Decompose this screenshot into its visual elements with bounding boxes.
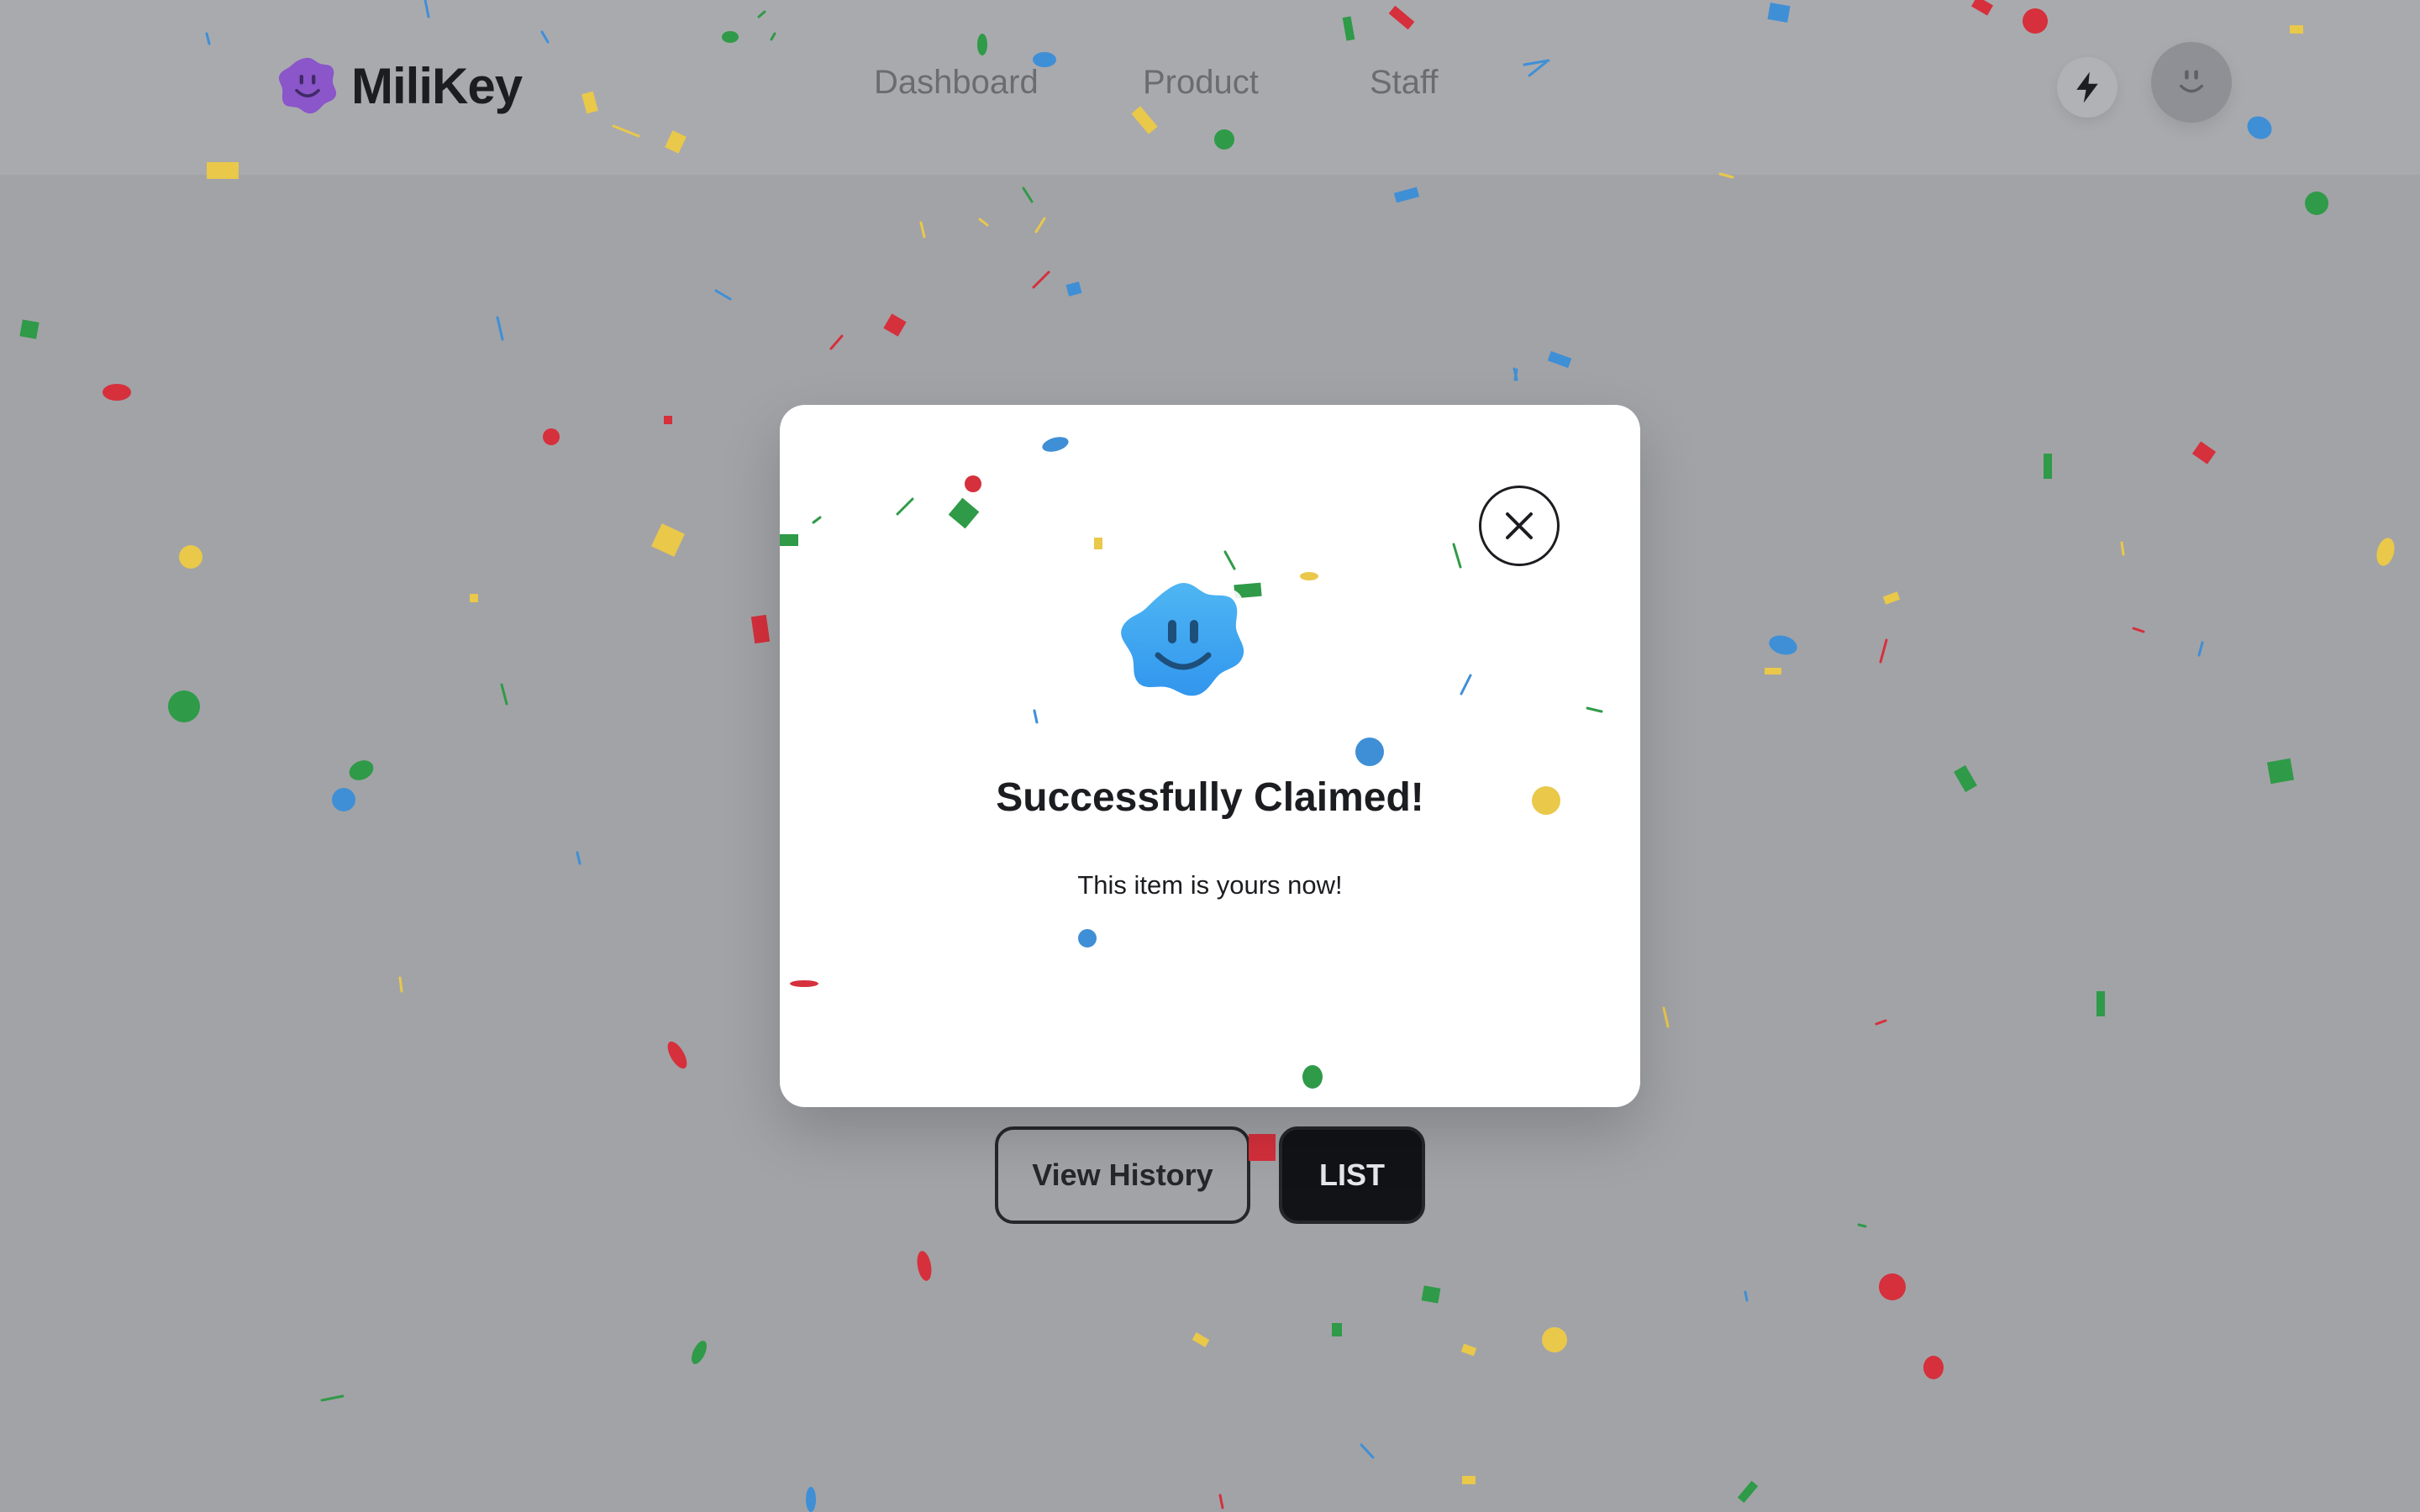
- smiley-avatar-icon: [2180, 70, 2203, 93]
- success-modal: Successfully Claimed! This item is yours…: [780, 405, 1640, 1107]
- modal-title: Successfully Claimed!: [996, 775, 1424, 820]
- list-button[interactable]: LIST: [1279, 1126, 1425, 1224]
- nav-dashboard[interactable]: Dashboard: [874, 64, 1039, 102]
- top-navbar: MiliKey Dashboard Product Staff: [0, 0, 2420, 175]
- close-icon: [1506, 512, 1533, 539]
- nav-product[interactable]: Product: [1143, 64, 1259, 102]
- modal-message: This item is yours now!: [1077, 870, 1343, 900]
- nav-staff[interactable]: Staff: [1370, 64, 1439, 102]
- confetti-piece: [780, 437, 1560, 1089]
- close-button[interactable]: [1479, 486, 1560, 566]
- view-history-button[interactable]: View History: [995, 1126, 1250, 1224]
- smiley-success-icon: [1114, 575, 1252, 708]
- lightning-button[interactable]: [2057, 57, 2118, 118]
- lightning-bolt-icon: [2076, 71, 2098, 103]
- user-avatar[interactable]: [2151, 42, 2232, 123]
